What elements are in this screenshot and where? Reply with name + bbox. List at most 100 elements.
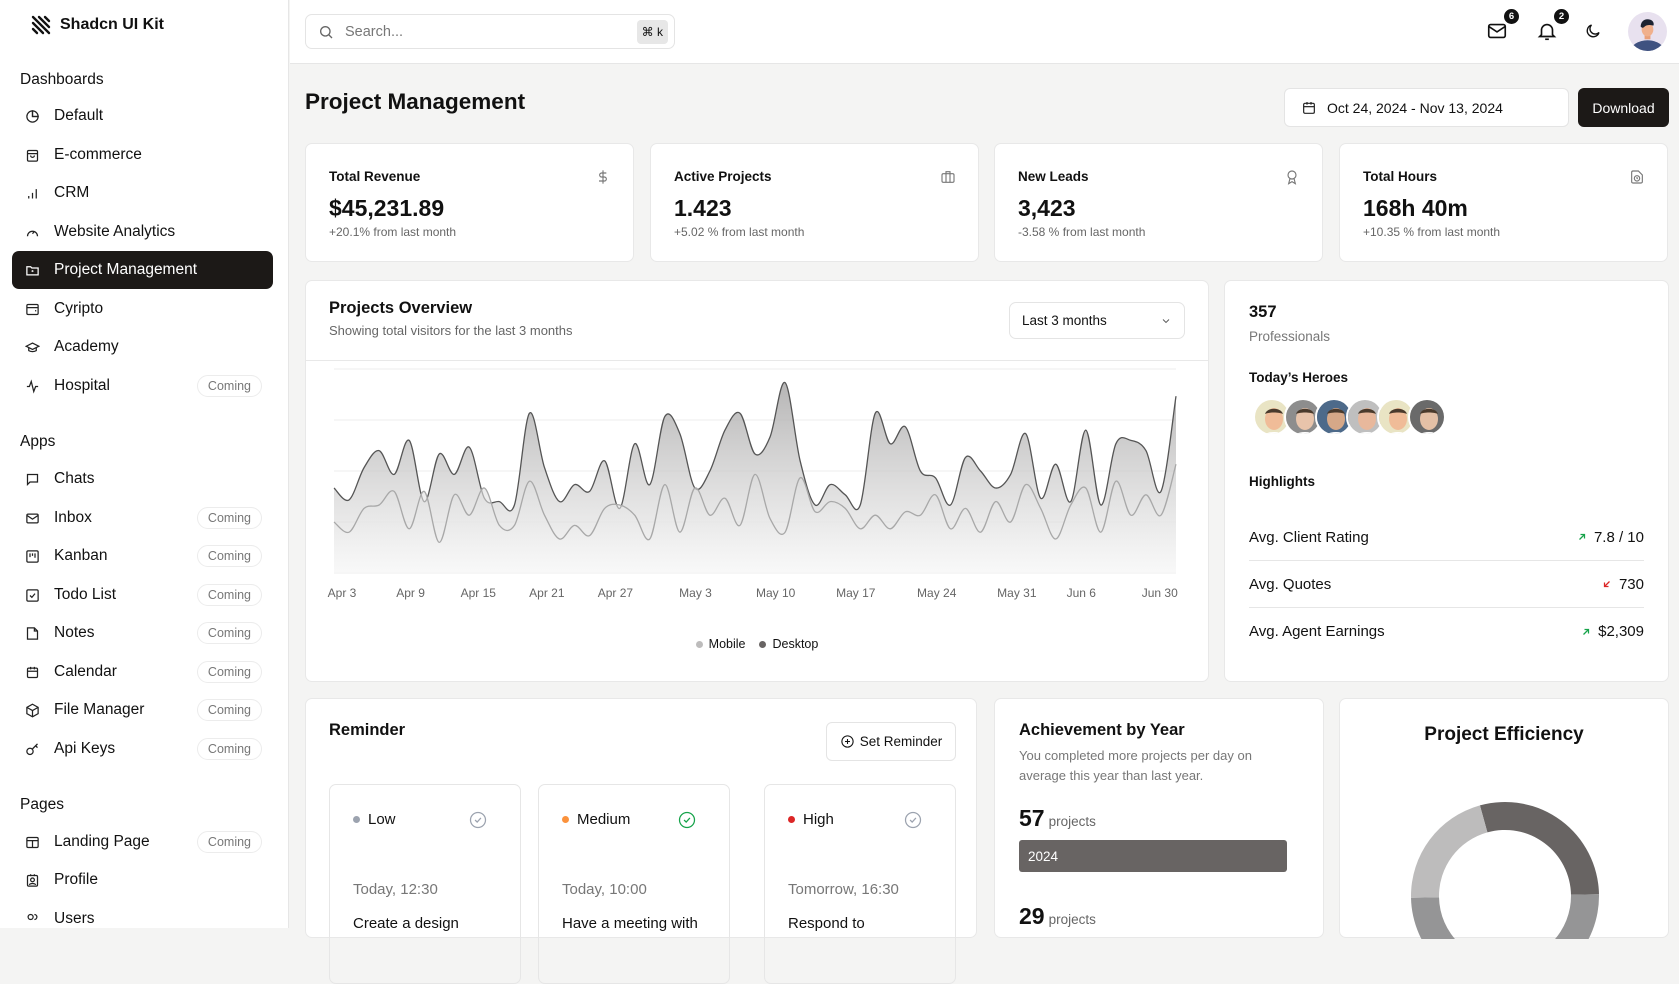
theme-toggle-button[interactable]	[1584, 22, 1608, 46]
sidebar-item-todo-list[interactable]: Todo List Coming	[12, 576, 273, 614]
sidebar-item-kanban[interactable]: Kanban Coming	[12, 537, 273, 575]
legend-item-desktop[interactable]: Desktop	[759, 637, 818, 651]
highlight-value: 730	[1618, 575, 1644, 593]
reminder-item[interactable]: Medium Today, 10:00 Have a meeting with	[538, 784, 730, 984]
sidebar-item-academy[interactable]: Academy	[12, 328, 273, 366]
reminder-time: Tomorrow, 16:30	[788, 881, 899, 898]
set-reminder-button[interactable]: Set Reminder	[826, 722, 956, 761]
coming-badge: Coming	[196, 584, 262, 606]
search-input[interactable]: Search... ⌘ k	[305, 14, 675, 49]
priority-dot	[353, 816, 360, 823]
sidebar-item-label: Academy	[54, 338, 119, 355]
check-circle-icon[interactable]	[677, 810, 697, 830]
chart-legend: Mobile Desktop	[306, 637, 1208, 651]
sidebar-item-inbox[interactable]: Inbox Coming	[12, 499, 273, 537]
reminder-text: Create a design	[353, 915, 459, 932]
stat-card-active-projects: Active Projects 1.423 +5.02 % from last …	[650, 143, 979, 262]
sidebar-item-project-management[interactable]: Project Management	[12, 251, 273, 289]
calendar-icon	[1303, 101, 1315, 114]
stat-title: Active Projects	[674, 169, 772, 184]
reminder-item[interactable]: High Tomorrow, 16:30 Respond to	[764, 784, 956, 984]
sidebar-item-calendar[interactable]: Calendar Coming	[12, 653, 273, 691]
donut-segment[interactable]	[1411, 805, 1488, 898]
pie-chart-icon	[24, 108, 40, 124]
x-tick-label: Apr 9	[396, 586, 425, 600]
check-circle-icon[interactable]	[903, 810, 923, 830]
heroes-title: Today’s Heroes	[1249, 370, 1349, 385]
top-header: Search... ⌘ k 6 2	[290, 0, 1679, 64]
page-title: Project Management	[305, 89, 526, 114]
check-circle-icon[interactable]	[468, 810, 488, 830]
sidebar-item-file-manager[interactable]: File Manager Coming	[12, 691, 273, 729]
highlight-label: Avg. Agent Earnings	[1249, 623, 1385, 640]
clock-icon	[1629, 169, 1645, 185]
sidebar-section-apps: Apps	[20, 433, 56, 450]
legend-item-mobile[interactable]: Mobile	[695, 637, 745, 651]
date-range-picker[interactable]: Oct 24, 2024 - Nov 13, 2024	[1284, 88, 1569, 127]
highlight-label: Avg. Quotes	[1249, 575, 1332, 593]
chevron-down-icon	[1162, 318, 1170, 323]
sidebar-item-landing-page[interactable]: Landing Page Coming	[12, 823, 273, 861]
donut-segment[interactable]	[1411, 897, 1507, 939]
sidebar-item-label: Default	[54, 107, 104, 124]
user-avatar[interactable]	[1628, 12, 1667, 51]
coming-badge: Coming	[196, 507, 262, 529]
kanban-icon	[24, 548, 40, 564]
stat-card-total-hours: Total Hours 168h 40m +10.35 % from last …	[1339, 143, 1668, 262]
app-logo[interactable]: Shadcn UI Kit	[31, 15, 164, 35]
reminder-time: Today, 10:00	[562, 881, 647, 898]
sidebar-section-dashboards: Dashboards	[20, 71, 104, 88]
mail-button[interactable]: 6	[1486, 9, 1519, 44]
achievement-value-previous: 29 projects	[1019, 903, 1096, 929]
donut-segment[interactable]	[1479, 802, 1599, 895]
highlight-value: 7.8 / 10	[1593, 528, 1644, 546]
search-placeholder: Search...	[345, 23, 404, 40]
stat-value: 3,423	[1018, 195, 1076, 221]
layout-icon	[24, 834, 40, 850]
date-range-text: Oct 24, 2024 - Nov 13, 2024	[1327, 99, 1503, 116]
priority-dot	[562, 816, 569, 823]
sidebar-item-crm[interactable]: CRM	[12, 174, 273, 212]
hero-avatars	[1253, 398, 1446, 436]
coming-badge: Coming	[196, 622, 262, 644]
sidebar-item-profile[interactable]: Profile	[12, 861, 273, 899]
achievement-value-current: 57 projects	[1019, 805, 1096, 831]
reminder-text: Respond to	[788, 915, 865, 932]
range-select-value: Last 3 months	[1022, 313, 1107, 328]
x-tick-label: May 10	[756, 586, 796, 600]
sidebar-item-chats[interactable]: Chats	[12, 460, 273, 498]
donut-segment[interactable]	[1506, 894, 1599, 939]
sidebar-item-api-keys[interactable]: Api Keys Coming	[12, 730, 273, 768]
priority-dot	[788, 816, 795, 823]
reminder-time: Today, 12:30	[353, 881, 438, 898]
notifications-button[interactable]: 2	[1536, 9, 1569, 44]
sidebar-item-users[interactable]: Users	[12, 900, 273, 928]
sidebar-item-e-commerce[interactable]: E-commerce	[12, 136, 273, 174]
reminder-item[interactable]: Low Today, 12:30 Create a design	[329, 784, 521, 984]
stat-value: 1.423	[674, 195, 732, 221]
avatar-illustration	[1630, 19, 1665, 51]
priority-label: Low	[353, 811, 396, 828]
professionals-label: Professionals	[1249, 329, 1331, 344]
x-tick-label: May 3	[679, 586, 712, 600]
x-tick-label: Apr 3	[328, 586, 357, 600]
sidebar-item-website-analytics[interactable]: Website Analytics	[12, 213, 273, 251]
hero-avatar[interactable]	[1408, 398, 1446, 436]
overview-subtitle: Showing total visitors for the last 3 mo…	[329, 323, 573, 338]
stat-title: New Leads	[1018, 169, 1089, 184]
heroes-card: 357 Professionals Today’s Heroes Highlig…	[1224, 280, 1669, 682]
sidebar-item-cyripto[interactable]: Cyripto	[12, 290, 273, 328]
stat-change: +5.02 % from last month	[674, 225, 805, 239]
sidebar-item-label: Project Management	[54, 261, 198, 278]
sidebar-item-label: CRM	[54, 184, 90, 201]
shopping-bag-icon	[24, 147, 40, 163]
sidebar-item-label: Inbox	[54, 509, 92, 526]
download-button[interactable]: Download	[1578, 88, 1669, 127]
stat-card-total-revenue: Total Revenue $45,231.89 +20.1% from las…	[305, 143, 634, 262]
sidebar-item-notes[interactable]: Notes Coming	[12, 614, 273, 652]
sidebar-item-default[interactable]: Default	[12, 97, 273, 135]
sidebar-item-hospital[interactable]: Hospital Coming	[12, 367, 273, 405]
sidebar-item-label: Users	[54, 910, 95, 927]
range-select[interactable]: Last 3 months	[1009, 302, 1185, 339]
search-icon	[320, 25, 333, 38]
